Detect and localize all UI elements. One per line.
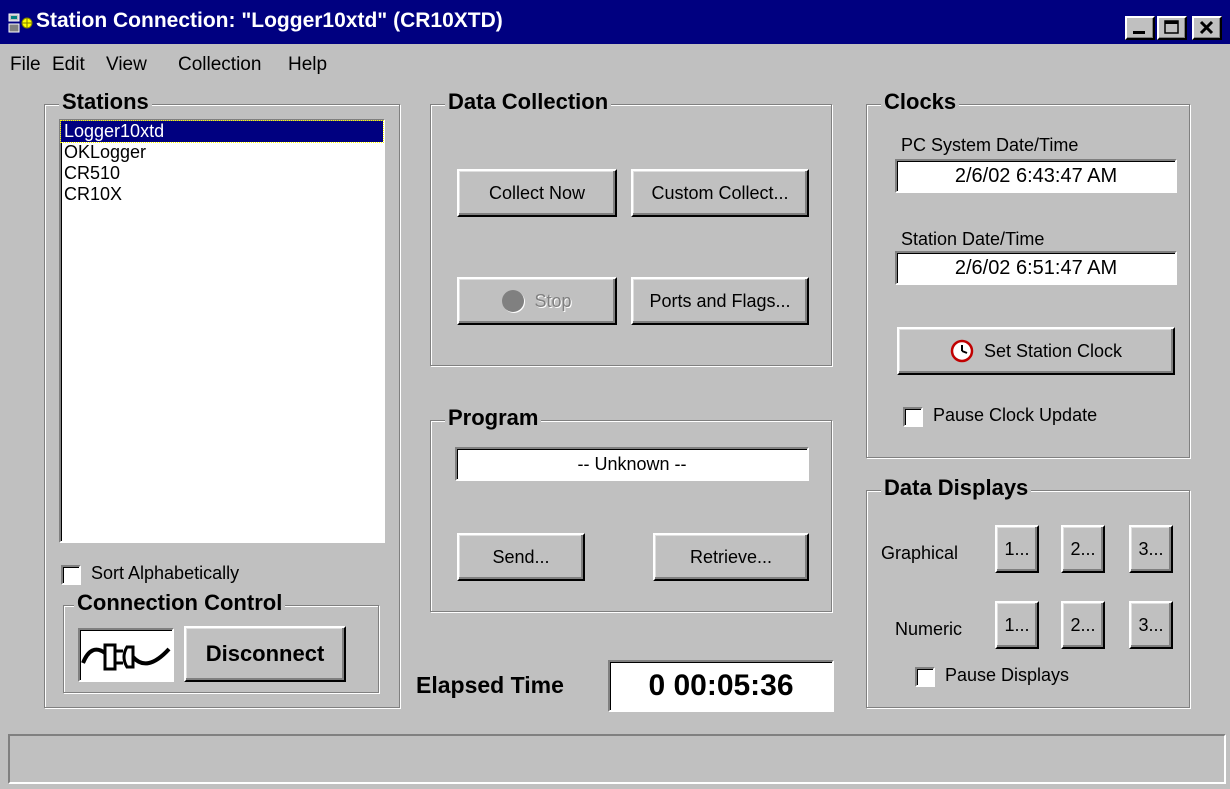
elapsed-time-label: Elapsed Time — [416, 672, 564, 698]
graphical-display-1-button[interactable]: 1... — [995, 525, 1039, 573]
station-item[interactable]: CR10X — [61, 184, 383, 205]
menu-bar: File Edit View Collection Help — [0, 46, 1230, 84]
ports-and-flags-button[interactable]: Ports and Flags... — [631, 277, 809, 325]
connection-status — [78, 628, 174, 682]
pause-clock-update-checkbox[interactable] — [903, 407, 923, 427]
disconnect-button[interactable]: Disconnect — [184, 626, 346, 682]
minimize-icon — [1133, 31, 1145, 34]
collect-now-button[interactable]: Collect Now — [457, 169, 617, 217]
stations-title: Stations — [59, 89, 152, 115]
menu-view[interactable]: View — [106, 54, 147, 76]
data-collection-title: Data Collection — [445, 89, 612, 115]
station-item[interactable]: CR510 — [61, 163, 383, 184]
set-station-clock-label: Set Station Clock — [983, 340, 1123, 361]
menu-collection[interactable]: Collection — [178, 54, 261, 76]
station-datetime-label: Station Date/Time — [901, 229, 1045, 249]
data-displays-group: Data Displays Graphical 1... 2... 3... N… — [866, 475, 1190, 708]
close-icon — [1199, 20, 1214, 35]
pc-datetime-label: PC System Date/Time — [901, 135, 1079, 155]
graphical-display-2-button[interactable]: 2... — [1061, 525, 1105, 573]
numeric-display-2-button[interactable]: 2... — [1061, 601, 1105, 649]
app-icon — [8, 13, 33, 33]
plug-disconnected-icon — [81, 643, 171, 671]
send-button[interactable]: Send... — [457, 533, 585, 581]
pc-datetime-value: 2/6/02 6:43:47 AM — [895, 159, 1177, 193]
connection-control-title: Connection Control — [74, 590, 286, 616]
retrieve-button[interactable]: Retrieve... — [653, 533, 809, 581]
connection-control-group: Connection Control Disconnect — [63, 590, 379, 693]
numeric-display-3-button[interactable]: 3... — [1129, 601, 1173, 649]
close-button[interactable] — [1192, 16, 1222, 40]
elapsed-time-value: 0 00:05:36 — [608, 660, 834, 712]
stations-list[interactable]: Logger10xtd OKLogger CR510 CR10X — [59, 119, 385, 543]
clock-icon — [950, 339, 974, 363]
pause-displays-label: Pause Displays — [945, 665, 1070, 685]
graphical-label: Graphical — [881, 543, 959, 563]
stop-label: Stop — [534, 290, 572, 311]
maximize-button[interactable] — [1157, 16, 1187, 40]
menu-help[interactable]: Help — [288, 54, 327, 76]
custom-collect-button[interactable]: Custom Collect... — [631, 169, 809, 217]
data-collection-group: Data Collection Collect Now Custom Colle… — [430, 89, 832, 366]
pause-displays-checkbox[interactable] — [915, 667, 935, 687]
menu-file[interactable]: File — [10, 54, 41, 76]
clocks-group: Clocks PC System Date/Time 2/6/02 6:43:4… — [866, 89, 1190, 458]
sort-alphabetically-checkbox[interactable] — [61, 565, 81, 585]
station-item[interactable]: Logger10xtd — [60, 120, 384, 143]
stop-button[interactable]: Stop — [457, 277, 617, 325]
minimize-button[interactable] — [1125, 16, 1155, 40]
menu-edit[interactable]: Edit — [52, 54, 85, 76]
program-status-field: -- Unknown -- — [455, 447, 809, 481]
pause-clock-update-label: Pause Clock Update — [933, 405, 1098, 425]
status-bar — [8, 734, 1226, 784]
stations-group: Stations Logger10xtd OKLogger CR510 CR10… — [44, 89, 400, 708]
station-datetime-value: 2/6/02 6:51:47 AM — [895, 251, 1177, 285]
clocks-title: Clocks — [881, 89, 960, 115]
data-displays-title: Data Displays — [881, 475, 1032, 501]
station-item[interactable]: OKLogger — [61, 142, 383, 163]
set-station-clock-button[interactable]: Set Station Clock — [897, 327, 1175, 375]
program-title: Program — [445, 405, 542, 431]
title-bar: Station Connection: "Logger10xtd" (CR10X… — [0, 0, 1230, 44]
maximize-icon — [1164, 20, 1179, 34]
program-group: Program -- Unknown -- Send... Retrieve..… — [430, 405, 832, 612]
window-title: Station Connection: "Logger10xtd" (CR10X… — [36, 9, 503, 32]
graphical-display-3-button[interactable]: 3... — [1129, 525, 1173, 573]
numeric-display-1-button[interactable]: 1... — [995, 601, 1039, 649]
stop-icon — [502, 290, 525, 312]
sort-alphabetically-label: Sort Alphabetically — [91, 563, 240, 583]
numeric-label: Numeric — [895, 619, 963, 639]
